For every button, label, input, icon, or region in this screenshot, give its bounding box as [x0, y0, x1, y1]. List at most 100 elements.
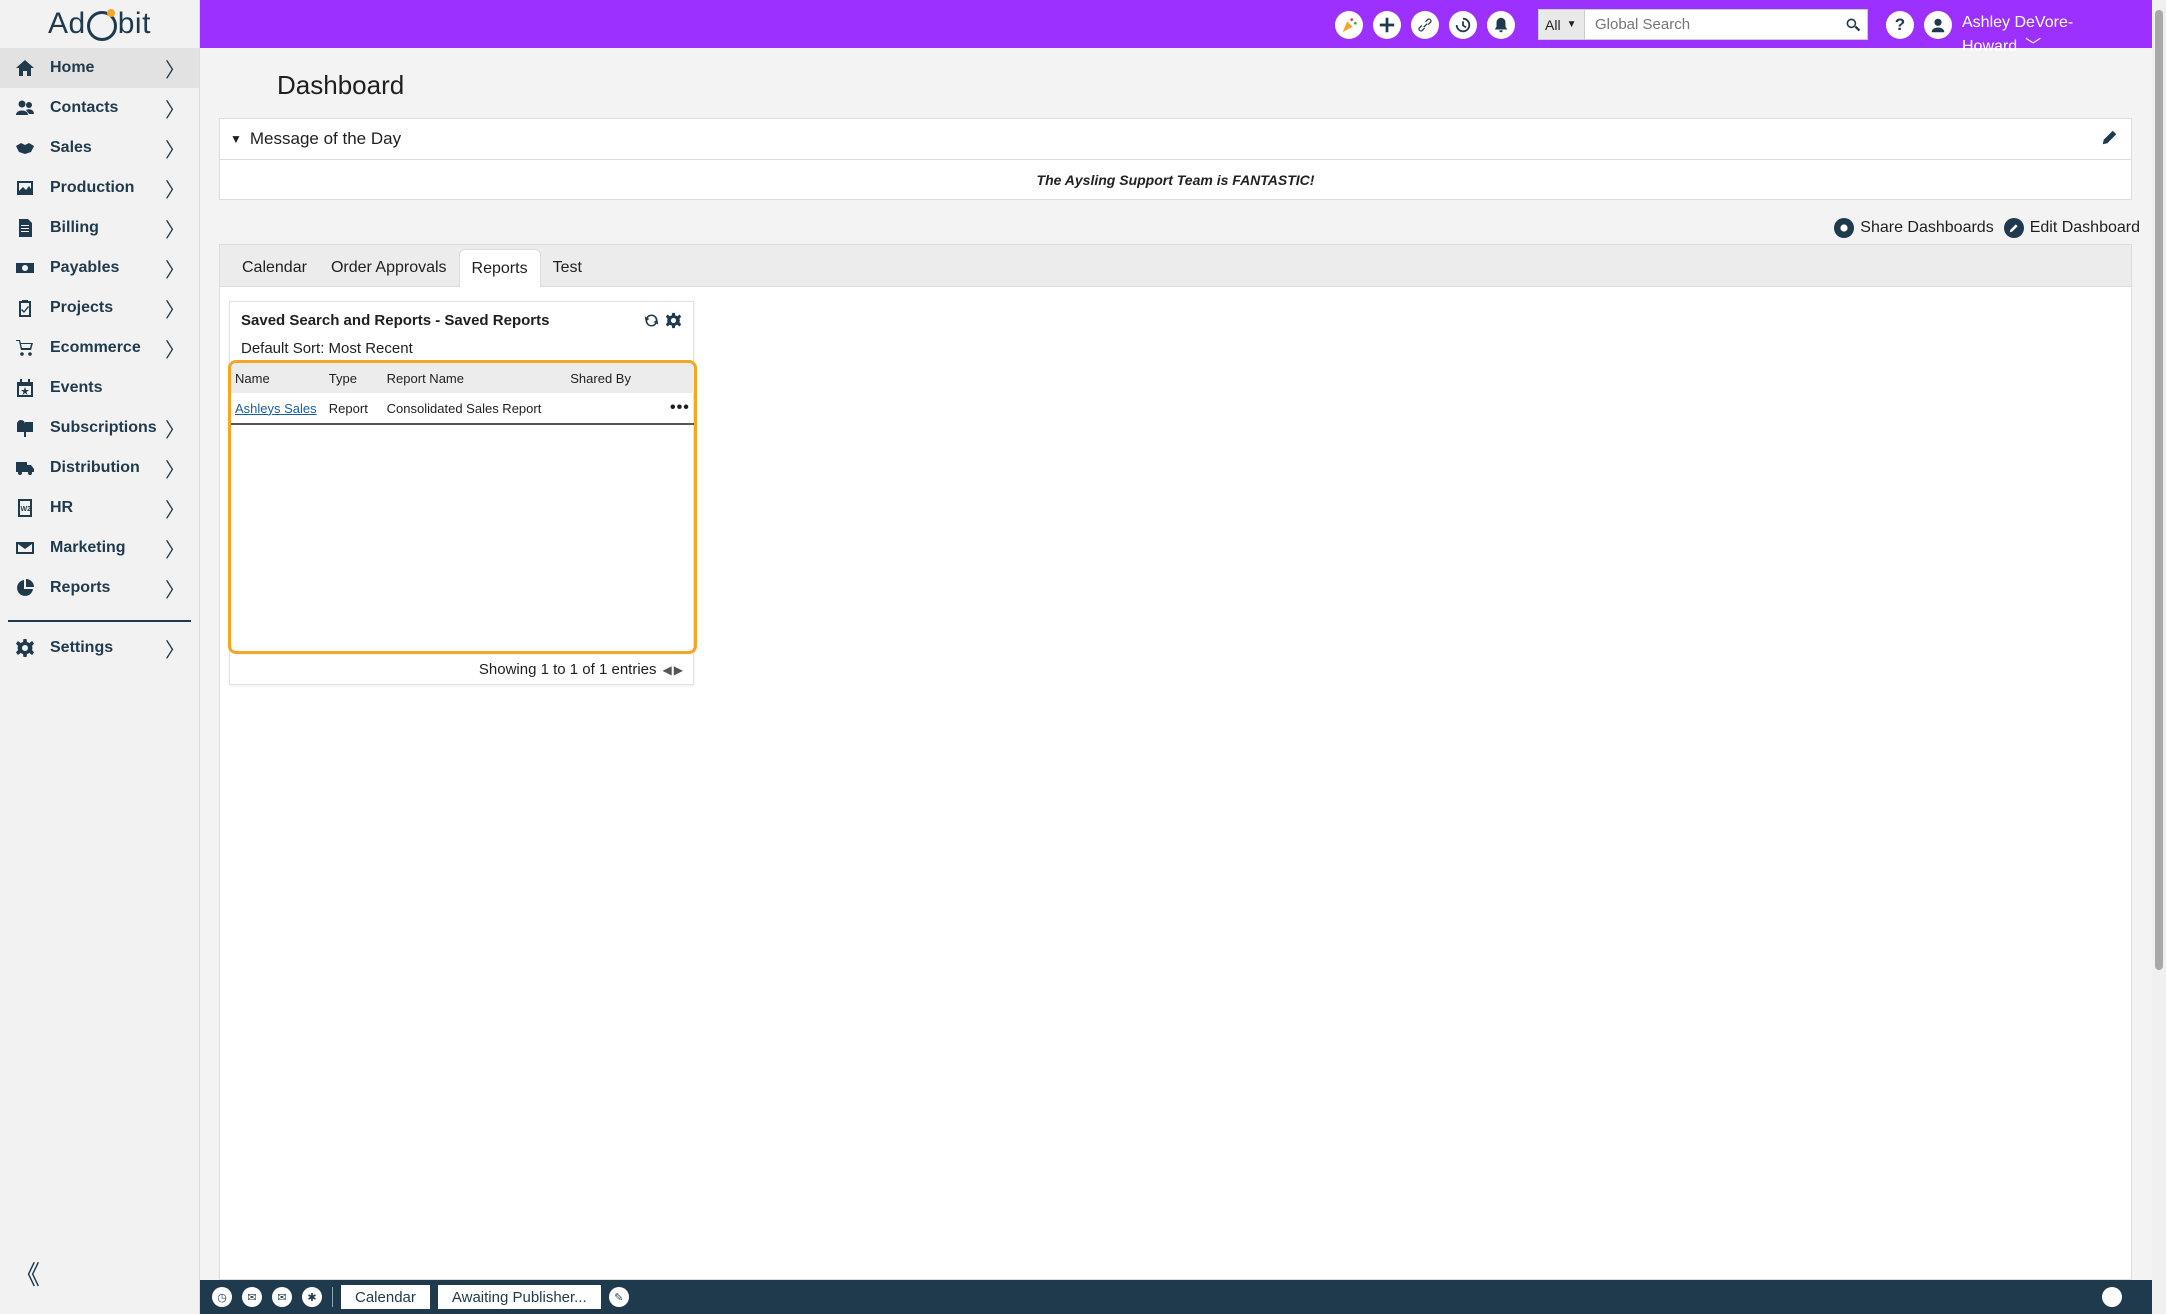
tab-calendar[interactable]: Calendar — [230, 250, 319, 286]
column-header-report-name[interactable]: Report Name — [387, 371, 571, 386]
invoice-icon — [14, 217, 36, 239]
dashboard-actions: Share Dashboards Edit Dashboard — [1824, 218, 2140, 238]
sidebar-item-billing[interactable]: Billing 〉 — [0, 208, 199, 248]
column-header-shared-by[interactable]: Shared By — [570, 371, 670, 386]
sidebar-item-hr[interactable]: W2 HR 〉 — [0, 488, 199, 528]
sidebar-item-home[interactable]: Home 〉 — [0, 48, 199, 88]
chevron-right-icon: 〉 — [165, 59, 185, 82]
main-content: Dashboard ▼ Message of the Day The Aysli… — [200, 48, 2152, 1280]
share-dashboards-label: Share Dashboards — [1860, 219, 1994, 236]
page-scrollbar[interactable] — [2152, 0, 2166, 1314]
add-icon[interactable] — [1373, 11, 1401, 39]
previous-page-icon[interactable]: ◀ — [663, 663, 672, 677]
caret-down-icon: ▼ — [230, 132, 242, 146]
table-row: Ashleys Sales Report Consolidated Sales … — [231, 393, 694, 425]
svg-text:W2: W2 — [21, 506, 32, 513]
sidebar-item-label: Settings — [50, 639, 114, 656]
entries-count: Showing 1 to 1 of 1 entries — [478, 661, 657, 678]
logo-text-left: Ad — [48, 7, 86, 40]
cart-icon — [14, 337, 36, 359]
sidebar-item-production[interactable]: Production 〉 — [0, 168, 199, 208]
sidebar-item-subscriptions[interactable]: Subscriptions 〉 — [0, 408, 199, 448]
contacts-icon — [14, 97, 36, 119]
adorbit-logo[interactable]: Ad bit — [0, 0, 199, 48]
search-scope-select[interactable]: All ▼ — [1539, 10, 1585, 39]
link-icon[interactable] — [1411, 11, 1439, 39]
chevron-right-icon: 〉 — [165, 299, 185, 322]
sidebar-item-distribution[interactable]: Distribution 〉 — [0, 448, 199, 488]
row-report-name: Consolidated Sales Report — [386, 400, 542, 416]
w2-icon: W2 — [14, 497, 36, 519]
help-icon[interactable]: ? — [1886, 11, 1914, 39]
sidebar-item-reports[interactable]: Reports 〉 — [0, 568, 199, 608]
sidebar-item-ecommerce[interactable]: Ecommerce 〉 — [0, 328, 199, 368]
scroll-thumb[interactable] — [2155, 10, 2163, 970]
edit-dashboard-button[interactable]: Edit Dashboard — [2003, 218, 2140, 238]
chevron-right-icon: 〉 — [165, 419, 185, 442]
saved-reports-table: Name Type Report Name Shared By Ashleys … — [228, 360, 697, 654]
sidebar-item-projects[interactable]: Projects 〉 — [0, 288, 199, 328]
motd-header[interactable]: ▼ Message of the Day — [220, 119, 2131, 160]
tab-test[interactable]: Test — [541, 250, 594, 286]
notifications-bell-icon[interactable] — [1487, 11, 1515, 39]
user-avatar-icon[interactable] — [1924, 11, 1952, 39]
clock-icon[interactable]: ◷ — [212, 1287, 232, 1307]
edit-pencil-icon[interactable] — [2101, 128, 2123, 150]
chevron-right-icon: 〉 — [165, 339, 185, 362]
toggle-icon[interactable] — [2102, 1287, 2122, 1307]
sidebar-item-label: Payables — [50, 259, 120, 276]
edit-pencil-icon[interactable]: ✎ — [608, 1287, 629, 1307]
sidebar-item-settings[interactable]: Settings 〉 — [0, 628, 199, 668]
chevron-right-icon: 〉 — [165, 499, 185, 522]
chevron-down-icon: ▼ — [1566, 19, 1577, 30]
collapse-sidebar-icon[interactable]: 《 — [14, 1255, 40, 1292]
truck-icon — [14, 457, 36, 479]
sidebar-item-marketing[interactable]: Marketing 〉 — [0, 528, 199, 568]
sidebar-item-events[interactable]: Events — [0, 368, 199, 408]
party-popper-icon[interactable] — [1335, 11, 1363, 39]
image-icon — [14, 177, 36, 199]
mail-icon[interactable]: ✉ — [242, 1287, 262, 1307]
sidebar-divider — [8, 620, 191, 622]
chevron-right-icon: 〉 — [165, 99, 185, 122]
column-header-name[interactable]: Name — [231, 371, 329, 386]
taskbar-awaiting-publisher-button[interactable]: Awaiting Publisher... — [437, 1285, 601, 1309]
next-page-icon[interactable]: ▶ — [674, 663, 683, 677]
calendar-icon — [14, 377, 36, 399]
handshake-icon — [14, 137, 36, 159]
email-icon[interactable]: ✉ — [272, 1287, 292, 1307]
message-of-the-day-panel: ▼ Message of the Day The Aysling Support… — [219, 118, 2132, 200]
search-icon[interactable] — [1839, 11, 1867, 39]
slack-icon[interactable]: ✱ — [302, 1287, 322, 1307]
report-name-link[interactable]: Ashleys Sales — [235, 401, 317, 416]
gear-icon[interactable] — [663, 310, 683, 330]
sidebar-item-sales[interactable]: Sales 〉 — [0, 128, 199, 168]
search-input[interactable] — [1585, 11, 1839, 38]
sidebar-item-contacts[interactable]: Contacts 〉 — [0, 88, 199, 128]
mailbox-icon — [14, 417, 36, 439]
share-icon — [1834, 218, 1855, 238]
refresh-icon[interactable] — [641, 310, 661, 330]
sidebar-item-payables[interactable]: Payables 〉 — [0, 248, 199, 288]
edit-dashboard-label: Edit Dashboard — [2029, 219, 2140, 236]
gear-icon — [14, 637, 36, 659]
sidebar-item-label: Distribution — [50, 459, 140, 476]
top-bar: All▼ ? Ashley DeVore-Howard﹀ — [200, 0, 2152, 55]
sidebar-item-label: Events — [50, 379, 103, 396]
tab-order-approvals[interactable]: Order Approvals — [319, 250, 459, 286]
taskbar-calendar-button[interactable]: Calendar — [341, 1285, 430, 1309]
column-header-type[interactable]: Type — [329, 371, 387, 386]
motd-message: The Aysling Support Team is FANTASTIC! — [1036, 172, 1315, 188]
history-icon[interactable] — [1449, 11, 1477, 39]
motd-title: Message of the Day — [249, 129, 402, 148]
chart-icon — [14, 577, 36, 599]
chevron-right-icon: 〉 — [165, 459, 185, 482]
edit-pencil-icon — [2003, 218, 2024, 238]
page-title: Dashboard — [277, 70, 405, 100]
table-footer: Showing 1 to 1 of 1 entries ◀ ▶ — [479, 661, 683, 678]
share-dashboards-button[interactable]: Share Dashboards — [1834, 218, 1994, 238]
more-options-icon[interactable]: ••• — [670, 399, 694, 417]
money-icon — [14, 257, 36, 279]
tab-reports[interactable]: Reports — [458, 249, 541, 287]
widget-toolbar — [639, 310, 683, 330]
